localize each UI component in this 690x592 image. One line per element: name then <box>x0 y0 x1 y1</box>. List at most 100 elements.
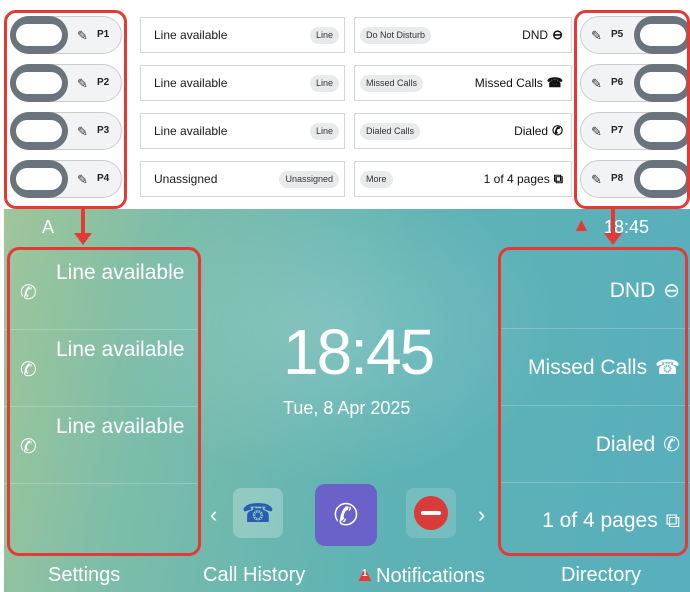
screen-dnd-key[interactable]: DND ⊖ <box>500 252 690 329</box>
arrow-right <box>611 209 615 235</box>
toggle-icon[interactable] <box>10 160 68 198</box>
key-number: P3 <box>97 125 110 136</box>
feature-value: Missed Calls <box>474 76 543 90</box>
edit-icon[interactable]: ✎ <box>77 124 88 140</box>
line-label: Unassigned <box>154 172 218 186</box>
type-badge: More <box>360 171 393 188</box>
feature-config-cell[interactable]: Do Not Disturb DND ⊖ <box>354 17 572 53</box>
pages-icon: ⧉ <box>553 171 563 186</box>
desk-phone-icon: ☎ <box>241 497 275 528</box>
feature-config-cell[interactable]: Dialed Calls Dialed ✆ <box>354 113 572 149</box>
line-key-p8[interactable]: ✎ P8 <box>580 160 690 198</box>
chevron-left-icon[interactable]: ‹ <box>210 502 217 528</box>
edit-icon[interactable]: ✎ <box>77 28 88 44</box>
dnd-icon: ⊖ <box>552 27 563 42</box>
screen-pages-key[interactable]: 1 of 4 pages ⧉ <box>500 483 690 560</box>
phone-gear-icon: ✆ <box>333 498 359 532</box>
no-entry-icon <box>414 496 448 530</box>
toggle-icon[interactable] <box>10 16 68 54</box>
dialed-call-icon: ✆ <box>663 434 680 456</box>
toggle-icon[interactable] <box>634 160 690 198</box>
line-label: Line available <box>154 124 228 138</box>
edit-icon[interactable]: ✎ <box>591 172 602 188</box>
line-label: Line available <box>154 28 228 42</box>
feature-label: DND <box>609 278 656 302</box>
screen-dialed-key[interactable]: Dialed ✆ <box>500 406 690 483</box>
feature-value: Dialed <box>514 124 549 138</box>
type-badge: Line <box>309 27 339 44</box>
missed-call-icon: ☎ <box>655 357 680 379</box>
notification-count: 1 <box>362 568 368 579</box>
screen-line-key-2[interactable]: ✆ Line available <box>4 331 200 407</box>
directory-softkey[interactable]: Directory <box>561 564 641 587</box>
key-number: P8 <box>611 173 624 184</box>
toggle-icon[interactable] <box>634 16 690 54</box>
line-config-cell[interactable]: Line available Line <box>140 113 345 149</box>
type-badge: Line <box>309 75 339 92</box>
warning-icon: ▲ <box>572 215 591 236</box>
dnd-icon: ⊖ <box>663 280 680 302</box>
type-badge: Dialed Calls <box>360 123 421 140</box>
feature-value: DND <box>522 28 549 42</box>
feature-label: Dialed <box>595 432 656 456</box>
line-key-label: Line available <box>56 261 185 284</box>
feature-config-cell[interactable]: Missed Calls Missed Calls ☎ <box>354 65 572 101</box>
line-config-cell[interactable]: Line available Line <box>140 17 345 53</box>
dnd-app[interactable] <box>406 488 456 538</box>
toggle-icon[interactable] <box>10 64 68 102</box>
edit-icon[interactable]: ✎ <box>591 76 602 92</box>
settings-softkey[interactable]: Settings <box>48 564 120 587</box>
call-settings-app[interactable]: ✆ <box>315 484 377 546</box>
arrow-right-head <box>604 233 622 245</box>
desk-phone-app[interactable]: ☎ <box>233 488 283 538</box>
phone-icon: ✆ <box>20 436 37 458</box>
line-key-label: Line available <box>56 338 185 361</box>
arrow-left-head <box>74 233 92 245</box>
phone-icon: ✆ <box>20 359 37 381</box>
screen-missed-calls-key[interactable]: Missed Calls ☎ <box>500 329 690 406</box>
toggle-icon[interactable] <box>634 64 690 102</box>
toggle-icon[interactable] <box>634 112 690 150</box>
line-key-p3[interactable]: ✎ P3 <box>10 112 122 150</box>
edit-icon[interactable]: ✎ <box>591 124 602 140</box>
dialed-call-icon: ✆ <box>552 123 563 138</box>
pages-icon: ⧉ <box>665 509 680 532</box>
feature-label: 1 of 4 pages <box>542 509 658 532</box>
key-number: P2 <box>97 77 110 88</box>
missed-call-icon: ☎ <box>546 75 563 90</box>
line-key-label: Line available <box>56 415 185 438</box>
key-number: P1 <box>97 29 110 40</box>
line-key-p7[interactable]: ✎ P7 <box>580 112 690 150</box>
edit-icon[interactable]: ✎ <box>77 76 88 92</box>
key-number: P6 <box>611 77 624 88</box>
edit-icon[interactable]: ✎ <box>591 28 602 44</box>
phone-icon: ✆ <box>20 282 37 304</box>
notifications-softkey[interactable]: ▲ 1 Notifications <box>354 561 485 588</box>
notification-badge: ▲ 1 <box>354 561 376 586</box>
line-label: Line available <box>154 76 228 90</box>
call-history-softkey[interactable]: Call History <box>203 564 305 587</box>
account-label: A <box>42 217 55 237</box>
screen-line-key-1[interactable]: ✆ Line available <box>4 254 200 330</box>
feature-value: 1 of 4 pages <box>483 172 550 186</box>
toggle-icon[interactable] <box>10 112 68 150</box>
key-number: P4 <box>97 173 110 184</box>
line-key-p6[interactable]: ✎ P6 <box>580 64 690 102</box>
feature-config-cell[interactable]: More 1 of 4 pages ⧉ <box>354 161 572 197</box>
line-config-cell[interactable]: Unassigned Unassigned <box>140 161 345 197</box>
line-key-p5[interactable]: ✎ P5 <box>580 16 690 54</box>
key-number: P5 <box>611 29 624 40</box>
chevron-right-icon[interactable]: › <box>478 502 485 528</box>
phone-config-illustration: ✎ P1 ✎ P2 ✎ P3 ✎ P4 Line available Line … <box>0 0 690 592</box>
line-key-p2[interactable]: ✎ P2 <box>10 64 122 102</box>
line-key-p4[interactable]: ✎ P4 <box>10 160 122 198</box>
screen-line-key-3[interactable]: ✆ Line available <box>4 408 200 484</box>
key-number: P7 <box>611 125 624 136</box>
type-badge: Do Not Disturb <box>360 27 432 44</box>
clock: 18:45 <box>283 316 435 388</box>
line-config-cell[interactable]: Line available Line <box>140 65 345 101</box>
line-key-p1[interactable]: ✎ P1 <box>10 16 122 54</box>
screen-line-key-4[interactable] <box>4 485 200 561</box>
edit-icon[interactable]: ✎ <box>77 172 88 188</box>
type-badge: Line <box>309 123 339 140</box>
